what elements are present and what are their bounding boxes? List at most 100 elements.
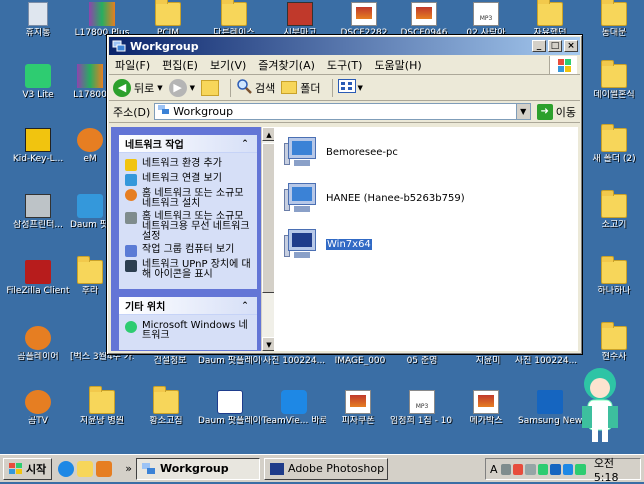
tray-app-icon[interactable]: [562, 463, 574, 475]
up-folder-button[interactable]: [201, 79, 220, 96]
desktop-icon-jiyunmi[interactable]: 지윤미: [456, 356, 520, 366]
desktop-icon-image000[interactable]: IMAGE_000: [328, 356, 392, 366]
minimize-button[interactable]: _: [532, 40, 546, 52]
desktop-icon-mp3-02[interactable]: 02 사랑아: [454, 2, 518, 38]
task-label: 네트워크 연결 보기: [142, 173, 222, 184]
system-tray: A 오전 5:18: [485, 457, 641, 484]
desktop-icon-darunrace[interactable]: 다른레이스: [202, 0, 266, 38]
task-setup-wireless[interactable]: 홈 네트워크 또는 소규모 네트워크용 무선 네트워크 설정: [125, 212, 253, 242]
desktop-icon-daum-pot[interactable]: Daum 팟인: [70, 194, 110, 230]
computer-label: HANEE (Hanee-b5263b759): [326, 192, 465, 204]
desktop-icon-samsung-printer[interactable]: 삼성프린터...: [6, 194, 70, 230]
address-input[interactable]: Workgroup ▼: [154, 103, 531, 120]
tray-app-icon[interactable]: [575, 463, 586, 475]
folders-button[interactable]: 폴더: [281, 80, 321, 96]
tray-app-icon[interactable]: [500, 463, 511, 475]
vertical-scrollbar[interactable]: ▲ ▼: [261, 127, 276, 351]
chevron-down-icon[interactable]: ▼: [515, 104, 530, 119]
desktop-icon-05[interactable]: 05 준영: [390, 356, 454, 366]
desktop-icon-filezilla[interactable]: FileZilla Client: [6, 260, 70, 296]
chevron-down-icon[interactable]: ▼: [190, 84, 195, 92]
tray-app-icon[interactable]: [537, 463, 549, 475]
archive-icon: [77, 64, 103, 88]
desktop-icon-gomtv[interactable]: 곰TV: [6, 390, 70, 426]
desktop-icon-folder-jayu[interactable]: 자유했던: [518, 0, 582, 38]
taskbar-item-workgroup[interactable]: Workgroup: [135, 457, 260, 480]
forward-button[interactable]: ▶ ▼: [168, 78, 195, 97]
other-places-title: 기타 위치: [125, 302, 166, 313]
task-view-workgroup[interactable]: 작업 그룹 컴퓨터 보기: [125, 245, 253, 257]
desktop-icon-em[interactable]: eM: [70, 128, 110, 164]
task-setup-home-network[interactable]: 홈 네트워크 또는 소규모 네트워크 설치: [125, 189, 253, 209]
menu-tools[interactable]: 도구(T): [321, 57, 369, 73]
quicklaunch-app-icon[interactable]: [96, 460, 113, 477]
desktop-icon-dscf0946[interactable]: DSCF0946: [392, 2, 456, 38]
desktop-icon-recycle-bin[interactable]: 휴지통: [6, 2, 70, 38]
network-computer-item[interactable]: HANEE (Hanee-b5263b759): [284, 181, 465, 215]
title-bar[interactable]: Workgroup _ □ ×: [109, 37, 580, 55]
desktop-icon-pizza[interactable]: 피자쿠폰: [326, 390, 390, 426]
collapse-icon[interactable]: ⌃: [239, 138, 251, 150]
menu-edit[interactable]: 편집(E): [156, 57, 204, 73]
taskbar-item-photoshop[interactable]: Adobe Photoshop C...: [263, 457, 388, 480]
task-show-upnp[interactable]: 네트워크 UPnP 장치에 대해 아이콘을 표시: [125, 260, 253, 280]
network-computer-item-selected[interactable]: Win7x64: [284, 227, 372, 261]
desktop-icon-pcim[interactable]: PCIM: [136, 0, 200, 38]
folders-icon: [281, 81, 298, 94]
desktop-icon-shibumago[interactable]: 시부마고: [268, 2, 332, 38]
desktop-icon-mp3-10[interactable]: 임정희 1집 - 10 - 시계태엽: [390, 390, 454, 426]
desktop-icon-wedding[interactable]: 데이썰혼식: [582, 60, 644, 100]
desktop-icon-dongdaemun[interactable]: 동대문: [582, 0, 644, 38]
views-button[interactable]: ▼: [337, 79, 363, 96]
tray-app-icon[interactable]: [525, 463, 536, 475]
desktop-icon-photo-a[interactable]: 사진 100224...: [262, 356, 326, 366]
desktop-icon-kidkey[interactable]: Kid-Key-L...: [6, 128, 70, 164]
network-computer-item[interactable]: Bemoresee-pc: [284, 135, 398, 169]
menu-help[interactable]: 도움말(H): [368, 57, 427, 73]
desktop-icon-v3lite[interactable]: V3 Lite: [6, 64, 70, 100]
other-places-header[interactable]: 기타 위치 ⌃: [119, 297, 257, 315]
maximize-button[interactable]: □: [548, 40, 562, 52]
task-add-network-place[interactable]: 네트워크 환경 추가: [125, 159, 253, 171]
menu-favorites[interactable]: 즐겨찾기(A): [252, 57, 321, 73]
desktop-icon-stubborn[interactable]: 황소고집: [134, 386, 198, 426]
desktop-icon-l17800[interactable]: L17800: [70, 64, 110, 100]
show-desktop-icon[interactable]: [77, 460, 94, 477]
chevron-down-icon[interactable]: ▼: [358, 84, 363, 92]
chevron-down-icon[interactable]: ▼: [157, 84, 162, 92]
tray-app-icon[interactable]: [513, 463, 524, 475]
task-view-connections[interactable]: 네트워크 연결 보기: [125, 174, 253, 186]
back-button[interactable]: ◀ 뒤로 ▼: [113, 78, 163, 97]
network-tasks-header[interactable]: 네트워크 작업 ⌃: [119, 135, 257, 153]
close-button[interactable]: ×: [564, 40, 578, 52]
menu-file[interactable]: 파일(F): [109, 57, 156, 73]
menu-view[interactable]: 보기(V): [204, 57, 252, 73]
desktop-icon-hospital[interactable]: 지윤냥 병원: [70, 386, 134, 426]
internet-explorer-icon[interactable]: [58, 460, 75, 477]
desktop-icon-hyunsusa[interactable]: 현수사: [582, 322, 644, 362]
desktop-icon-hanahana[interactable]: 하나하나: [582, 256, 644, 296]
desktop-icon-beef[interactable]: 소고기: [582, 190, 644, 230]
go-button[interactable]: ➜ 이동: [536, 103, 576, 120]
desktop-icon-l17800plus[interactable]: L17800 Plus: [70, 2, 134, 38]
desktop-icon-hura[interactable]: 후라: [70, 256, 110, 296]
quicklaunch-chevron[interactable]: »: [125, 462, 132, 475]
collapse-icon[interactable]: ⌃: [239, 300, 251, 312]
desktop-icon-dscf2282[interactable]: DSCF2282: [332, 2, 396, 38]
workgroup-window[interactable]: Workgroup _ □ × 파일(F) 편집(E) 보기(V) 즐겨찾기(A…: [106, 34, 583, 355]
desktop-icon-newfolder2[interactable]: 새 폴더 (2): [582, 124, 644, 164]
pane-splitter[interactable]: ▲ ▼: [261, 127, 276, 351]
desktop-icon-megabox[interactable]: 메가박스: [454, 390, 518, 426]
desktop-icon-teamviewer[interactable]: TeamVie... 바로 가기: [262, 390, 326, 426]
input-method-indicator[interactable]: A: [490, 463, 498, 476]
desktop-icon-gomplayer[interactable]: 곰플레이어: [6, 326, 70, 362]
desktop-icon-daum-potplayer[interactable]: Daum 팟플레이어: [198, 390, 262, 426]
search-button[interactable]: 검색: [236, 78, 275, 97]
place-microsoft-windows-network[interactable]: Microsoft Windows 네트워크: [125, 321, 253, 341]
desktop-icon-daum-potplayer-top[interactable]: Daum 팟플레이어: [198, 356, 262, 366]
desktop-icon-construction[interactable]: 건설정보: [138, 356, 202, 366]
tray-app-icon[interactable]: [550, 463, 561, 475]
start-button[interactable]: 시작: [3, 457, 53, 480]
clock[interactable]: 오전 5:18: [594, 455, 640, 484]
window-content: 네트워크 작업 ⌃ 네트워크 환경 추가 네트워크 연결 보기 홈 네트워크 또…: [111, 127, 578, 351]
